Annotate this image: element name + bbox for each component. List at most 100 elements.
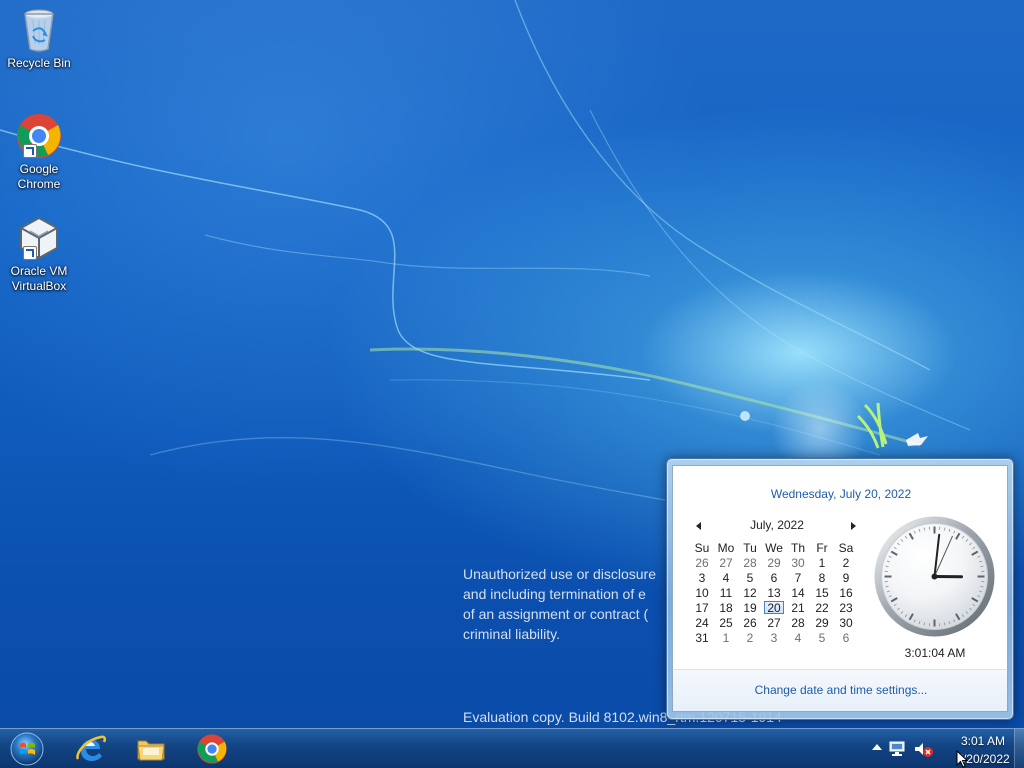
calendar-day[interactable]: 13 [762,585,786,600]
clock-minute-tick [923,527,926,531]
calendar-panel: Wednesday, July 20, 2022 July, 2022 Su M… [672,465,1008,670]
volume-muted-icon[interactable] [913,740,933,758]
calendar-day[interactable]: 19 [738,600,762,615]
weekday-saturday: Sa [838,540,854,555]
desktop[interactable]: Recycle Bin Google Chrome Oracle VM Virt… [0,0,1024,768]
calendar-grid: Su Mo Tu We Th Fr Sa 26 27 28 29 30 1 2 … [690,540,858,645]
calendar-day[interactable]: 28 [738,555,762,570]
calendar-day[interactable]: 27 [714,555,738,570]
calendar-day[interactable]: 11 [714,585,738,600]
taskbar: 3:01 AM 7/20/2022 [0,728,1024,768]
taskbar-app-google-chrome[interactable] [184,731,240,767]
date-time-flyout: Wednesday, July 20, 2022 July, 2022 Su M… [666,458,1014,720]
clock-center [931,573,938,580]
calendar-day[interactable]: 29 [810,615,834,630]
show-desktop-button[interactable] [1014,729,1024,768]
watermark-line-1: Unauthorized use or disclosure [463,566,656,582]
calendar-day[interactable]: 21 [786,600,810,615]
system-tray: 3:01 AM 7/20/2022 [864,729,1024,768]
calendar-day[interactable]: 16 [834,585,858,600]
calendar-day[interactable]: 1 [810,555,834,570]
clock-minute-tick [980,565,984,568]
month-title[interactable]: July, 2022 [721,518,833,532]
taskbar-time: 3:01 AM [960,734,1006,748]
calendar-day[interactable]: 23 [834,600,858,615]
calendar-day-today[interactable]: 20 [762,600,786,615]
calendar-day[interactable]: 6 [762,570,786,585]
calendar-day[interactable]: 15 [810,585,834,600]
start-button[interactable] [6,730,48,768]
calendar-day[interactable]: 5 [810,630,834,645]
next-month-button[interactable] [847,520,859,532]
calendar-day[interactable]: 18 [714,600,738,615]
watermark-line-4: criminal liability. [463,626,560,642]
clock-minute-tick [923,622,926,626]
windows-orb-icon [10,732,44,766]
weekday-tuesday: Tu [743,540,757,555]
calendar-day[interactable]: 17 [690,600,714,615]
virtualbox-icon [15,214,63,262]
clock-minute-tick [943,622,946,626]
calendar-day[interactable]: 24 [690,615,714,630]
digital-time: 3:01:04 AM [904,646,966,660]
chrome-icon [197,734,227,764]
analog-clock [874,516,995,637]
calendar-day[interactable]: 2 [738,630,762,645]
calendar-day[interactable]: 30 [834,615,858,630]
calendar-day[interactable]: 30 [786,555,810,570]
clock-minute-tick [885,565,889,568]
calendar-day[interactable]: 25 [714,615,738,630]
desktop-icon-label: Google Chrome [17,162,61,191]
calendar-day[interactable]: 14 [786,585,810,600]
shortcut-arrow-icon [23,246,37,260]
weekday-sunday: Su [694,540,710,555]
calendar-day[interactable]: 4 [714,570,738,585]
calendar-day[interactable]: 28 [786,615,810,630]
previous-month-button[interactable] [692,520,704,532]
calendar-day[interactable]: 3 [690,570,714,585]
calendar-day[interactable]: 4 [786,630,810,645]
calendar-day[interactable]: 26 [690,555,714,570]
recycle-bin-icon [15,6,63,54]
today-highlight: 20 [764,600,784,614]
desktop-icon-recycle-bin[interactable]: Recycle Bin [4,6,74,71]
desktop-icon-oracle-vm-virtualbox[interactable]: Oracle VM VirtualBox [4,214,74,294]
taskbar-app-file-explorer[interactable] [123,731,179,767]
calendar-day[interactable]: 3 [762,630,786,645]
clock-minute-tick [980,585,984,588]
chrome-icon [15,112,63,160]
calendar-day[interactable]: 6 [834,630,858,645]
show-hidden-icons-arrow-icon[interactable] [872,744,882,750]
calendar-day[interactable]: 31 [690,630,714,645]
calendar-day[interactable]: 22 [810,600,834,615]
clock-minute-tick [885,585,889,588]
change-date-time-settings-link[interactable]: Change date and time settings... [673,683,1009,697]
ie-icon [76,735,107,761]
calendar-day[interactable]: 26 [738,615,762,630]
calendar-day[interactable]: 1 [714,630,738,645]
desktop-icon-google-chrome[interactable]: Google Chrome [4,112,74,192]
calendar-day[interactable]: 8 [810,570,834,585]
long-date-text: Wednesday, July 20, 2022 [770,487,912,501]
watermark-line-3: of an assignment or contract ( [463,606,649,622]
calendar-footer: Change date and time settings... [672,669,1008,712]
mouse-pointer-icon [956,750,968,768]
calendar-day[interactable]: 5 [738,570,762,585]
weekday-thursday: Th [790,540,805,555]
calendar-day[interactable]: 10 [690,585,714,600]
calendar-day[interactable]: 12 [738,585,762,600]
watermark-line-2: and including termination of e [463,586,646,602]
calendar-day[interactable]: 2 [834,555,858,570]
network-icon[interactable] [888,740,906,758]
desktop-icon-label: Oracle VM VirtualBox [10,264,68,293]
calendar-day[interactable]: 29 [762,555,786,570]
folder-icon [137,740,165,761]
shortcut-arrow-icon [23,144,37,158]
taskbar-app-internet-explorer[interactable] [62,731,118,767]
calendar-day[interactable]: 9 [834,570,858,585]
weekday-monday: Mo [717,540,735,555]
calendar-day[interactable]: 27 [762,615,786,630]
weekday-friday: Fr [816,540,828,555]
desktop-icon-label: Recycle Bin [7,56,71,70]
calendar-day[interactable]: 7 [786,570,810,585]
